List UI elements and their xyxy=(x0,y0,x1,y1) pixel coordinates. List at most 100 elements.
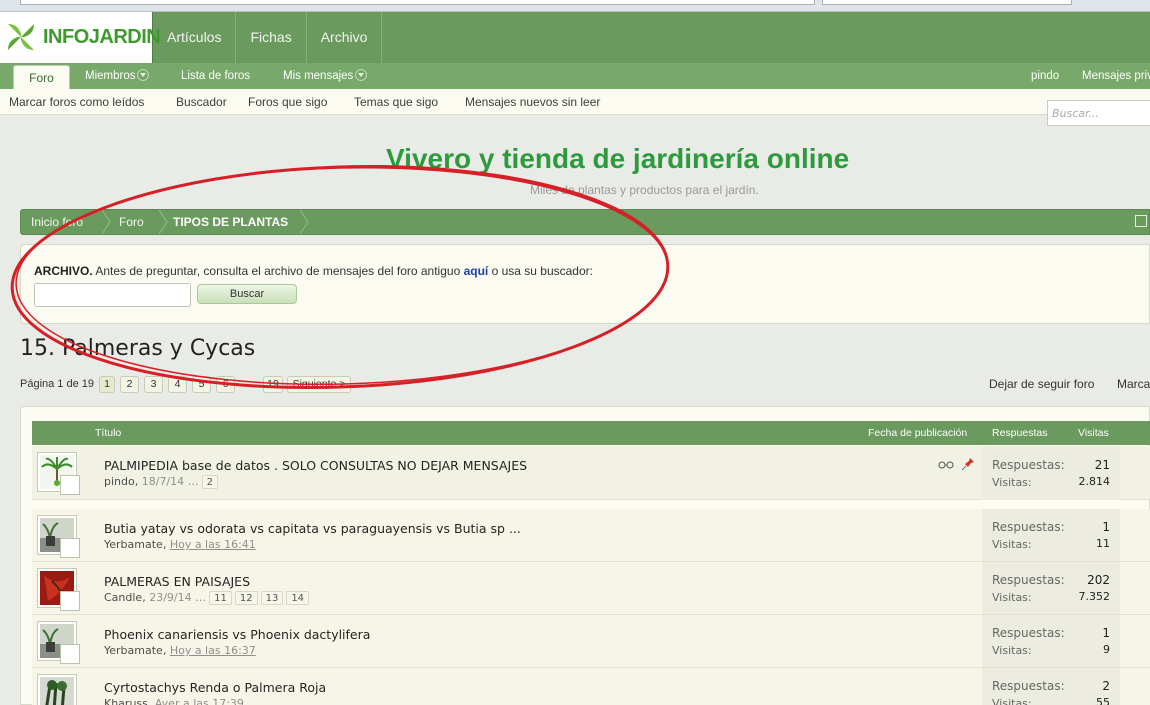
thread-date[interactable]: Hoy a las 16:37 xyxy=(170,644,256,657)
thread-meta: Candle, 23/9/14 … 11 12 13 14 xyxy=(104,591,310,605)
nav-user[interactable]: pindo xyxy=(1031,63,1059,89)
address-bar[interactable] xyxy=(20,0,815,5)
archive-label: ARCHIVO. xyxy=(34,264,93,278)
next-page-button[interactable]: Siguiente > xyxy=(287,376,351,393)
page-link[interactable]: 19 xyxy=(263,376,283,393)
thread-author[interactable]: Yerbamate xyxy=(104,644,163,657)
thread-page-link[interactable]: 14 xyxy=(286,591,310,605)
nav-miembros[interactable]: Miembros xyxy=(85,63,150,89)
pin-icon xyxy=(961,457,974,470)
page-link[interactable]: 6 xyxy=(216,376,235,393)
top-navigation: Artículos Fichas Archivo xyxy=(153,12,383,63)
thread-title[interactable]: Cyrtostachys Renda o Palmera Roja xyxy=(104,680,326,695)
table-row[interactable]: PALMIPEDIA base de datos . SOLO CONSULTA… xyxy=(32,446,1150,500)
table-row[interactable]: PALMERAS EN PAISAJES Candle, 23/9/14 … 11… xyxy=(32,562,1150,615)
replies-label: Respuestas: xyxy=(992,573,1065,587)
archive-text-2: o usa su buscador: xyxy=(488,264,593,278)
thread-date[interactable]: Ayer a las 17:39 xyxy=(155,697,244,705)
nav-lista-foros[interactable]: Lista de foros xyxy=(181,63,250,89)
page-link[interactable]: 2 xyxy=(120,376,139,393)
archive-search-button[interactable]: Buscar xyxy=(197,284,297,304)
replies-count: 202 xyxy=(1087,573,1110,587)
link-followed-forums[interactable]: Foros que sigo xyxy=(248,95,327,109)
page-count-label: Página 1 de 19 xyxy=(20,378,95,390)
thread-page-link[interactable]: 13 xyxy=(260,591,284,605)
site-logo[interactable]: INFOJARDIN xyxy=(0,12,161,63)
leaf-logo-icon xyxy=(8,24,34,50)
photo-avatar-icon xyxy=(40,677,74,705)
replies-label: Respuestas: xyxy=(992,626,1065,640)
chevron-down-icon[interactable] xyxy=(137,69,150,81)
link-new-messages[interactable]: Mensajes nuevos sin leer xyxy=(465,95,600,109)
replies-count: 21 xyxy=(1094,458,1110,472)
views-label: Visitas: xyxy=(992,697,1032,705)
avatar[interactable] xyxy=(37,621,80,664)
column-title[interactable]: Título xyxy=(95,421,121,445)
column-date[interactable]: Fecha de publicación xyxy=(868,421,967,445)
jump-to-icon[interactable] xyxy=(1135,215,1147,227)
mini-avatar xyxy=(60,475,80,495)
browser-search[interactable] xyxy=(822,0,1072,5)
avatar[interactable] xyxy=(37,452,80,495)
thread-date[interactable]: 18/7/14 xyxy=(142,475,184,488)
thread-title[interactable]: PALMERAS EN PAISAJES xyxy=(104,574,250,589)
breadcrumb-tipos-plantas[interactable]: TIPOS DE PLANTAS xyxy=(173,210,288,234)
avatar[interactable] xyxy=(37,515,80,558)
promo-title[interactable]: Vivero y tienda de jardinería online xyxy=(386,143,849,175)
logo-text: INFOJARDIN xyxy=(43,26,161,48)
search-input[interactable]: Buscar... xyxy=(1047,100,1150,126)
thread-author[interactable]: Candle xyxy=(104,591,142,604)
avatar[interactable] xyxy=(37,568,80,611)
breadcrumb-foro[interactable]: Foro xyxy=(119,210,144,234)
thread-list: Título Fecha de publicación Respuestas V… xyxy=(20,406,1150,705)
link-search[interactable]: Buscador xyxy=(176,95,227,109)
archive-link[interactable]: aquí xyxy=(464,264,489,278)
thread-meta: pindo, 18/7/14 … 2 xyxy=(104,475,219,489)
thread-title[interactable]: Butia yatay vs odorata vs capitata vs pa… xyxy=(104,521,521,536)
thread-list-header: Título Fecha de publicación Respuestas V… xyxy=(32,421,1150,445)
thread-date[interactable]: 23/9/14 xyxy=(149,591,191,604)
thread-page-link[interactable]: 11 xyxy=(209,591,232,605)
chevron-down-icon[interactable] xyxy=(355,69,368,81)
views-count: 55 xyxy=(1096,696,1110,705)
thread-author[interactable]: Yerbamate xyxy=(104,538,163,551)
tab-fichas[interactable]: Fichas xyxy=(236,12,307,63)
thread-author[interactable]: pindo xyxy=(104,475,135,488)
tab-articulos[interactable]: Artículos xyxy=(153,12,237,63)
thread-page-link[interactable]: 2 xyxy=(201,475,219,489)
table-row[interactable]: Butia yatay vs odorata vs capitata vs pa… xyxy=(32,509,1150,562)
unfollow-forum-link[interactable]: Dejar de seguir foro xyxy=(989,377,1094,391)
thread-author[interactable]: Kharuss xyxy=(104,697,148,705)
thread-stats: Respuestas: 1 Visitas: 11 xyxy=(982,509,1120,561)
page-link[interactable]: 3 xyxy=(144,376,163,393)
thread-title[interactable]: Phoenix canariensis vs Phoenix dactylife… xyxy=(104,627,370,642)
table-row[interactable]: Phoenix canariensis vs Phoenix dactylife… xyxy=(32,615,1150,668)
page-link[interactable]: 1 xyxy=(99,376,115,393)
thread-title[interactable]: PALMIPEDIA base de datos . SOLO CONSULTA… xyxy=(104,458,527,473)
breadcrumb-home[interactable]: Inicio foro xyxy=(31,210,83,234)
column-replies[interactable]: Respuestas xyxy=(992,421,1047,445)
link-mark-read[interactable]: Marcar foros como leídos xyxy=(9,95,144,109)
thread-page-link[interactable]: 12 xyxy=(234,591,258,605)
nav-private-messages[interactable]: Mensajes priv xyxy=(1082,63,1150,89)
views-label: Visitas: xyxy=(992,644,1032,657)
column-views[interactable]: Visitas xyxy=(1078,421,1109,445)
link-followed-threads[interactable]: Temas que sigo xyxy=(354,95,438,109)
avatar[interactable] xyxy=(37,674,77,705)
page-link[interactable]: 5 xyxy=(192,376,211,393)
site-header: INFOJARDIN Artículos Fichas Archivo xyxy=(0,12,1150,63)
mark-read-link[interactable]: Marca xyxy=(1117,377,1150,391)
breadcrumb: Inicio foro Foro TIPOS DE PLANTAS xyxy=(20,209,1150,235)
thread-date[interactable]: Hoy a las 16:41 xyxy=(170,538,256,551)
replies-label: Respuestas: xyxy=(992,458,1065,472)
tab-foro[interactable]: Foro xyxy=(13,65,70,91)
page-link[interactable]: 4 xyxy=(168,376,187,393)
breadcrumb-separator-icon xyxy=(299,210,309,234)
nav-mis-mensajes[interactable]: Mis mensajes xyxy=(283,63,368,89)
views-label: Visitas: xyxy=(992,476,1032,489)
table-row[interactable]: Cyrtostachys Renda o Palmera Roja Kharus… xyxy=(32,668,1150,705)
replies-count: 2 xyxy=(1102,679,1110,693)
sub-navigation: Foro Miembros Lista de foros Mis mensaje… xyxy=(0,63,1150,91)
tab-archivo[interactable]: Archivo xyxy=(307,12,383,63)
archive-search-input[interactable] xyxy=(34,283,191,307)
